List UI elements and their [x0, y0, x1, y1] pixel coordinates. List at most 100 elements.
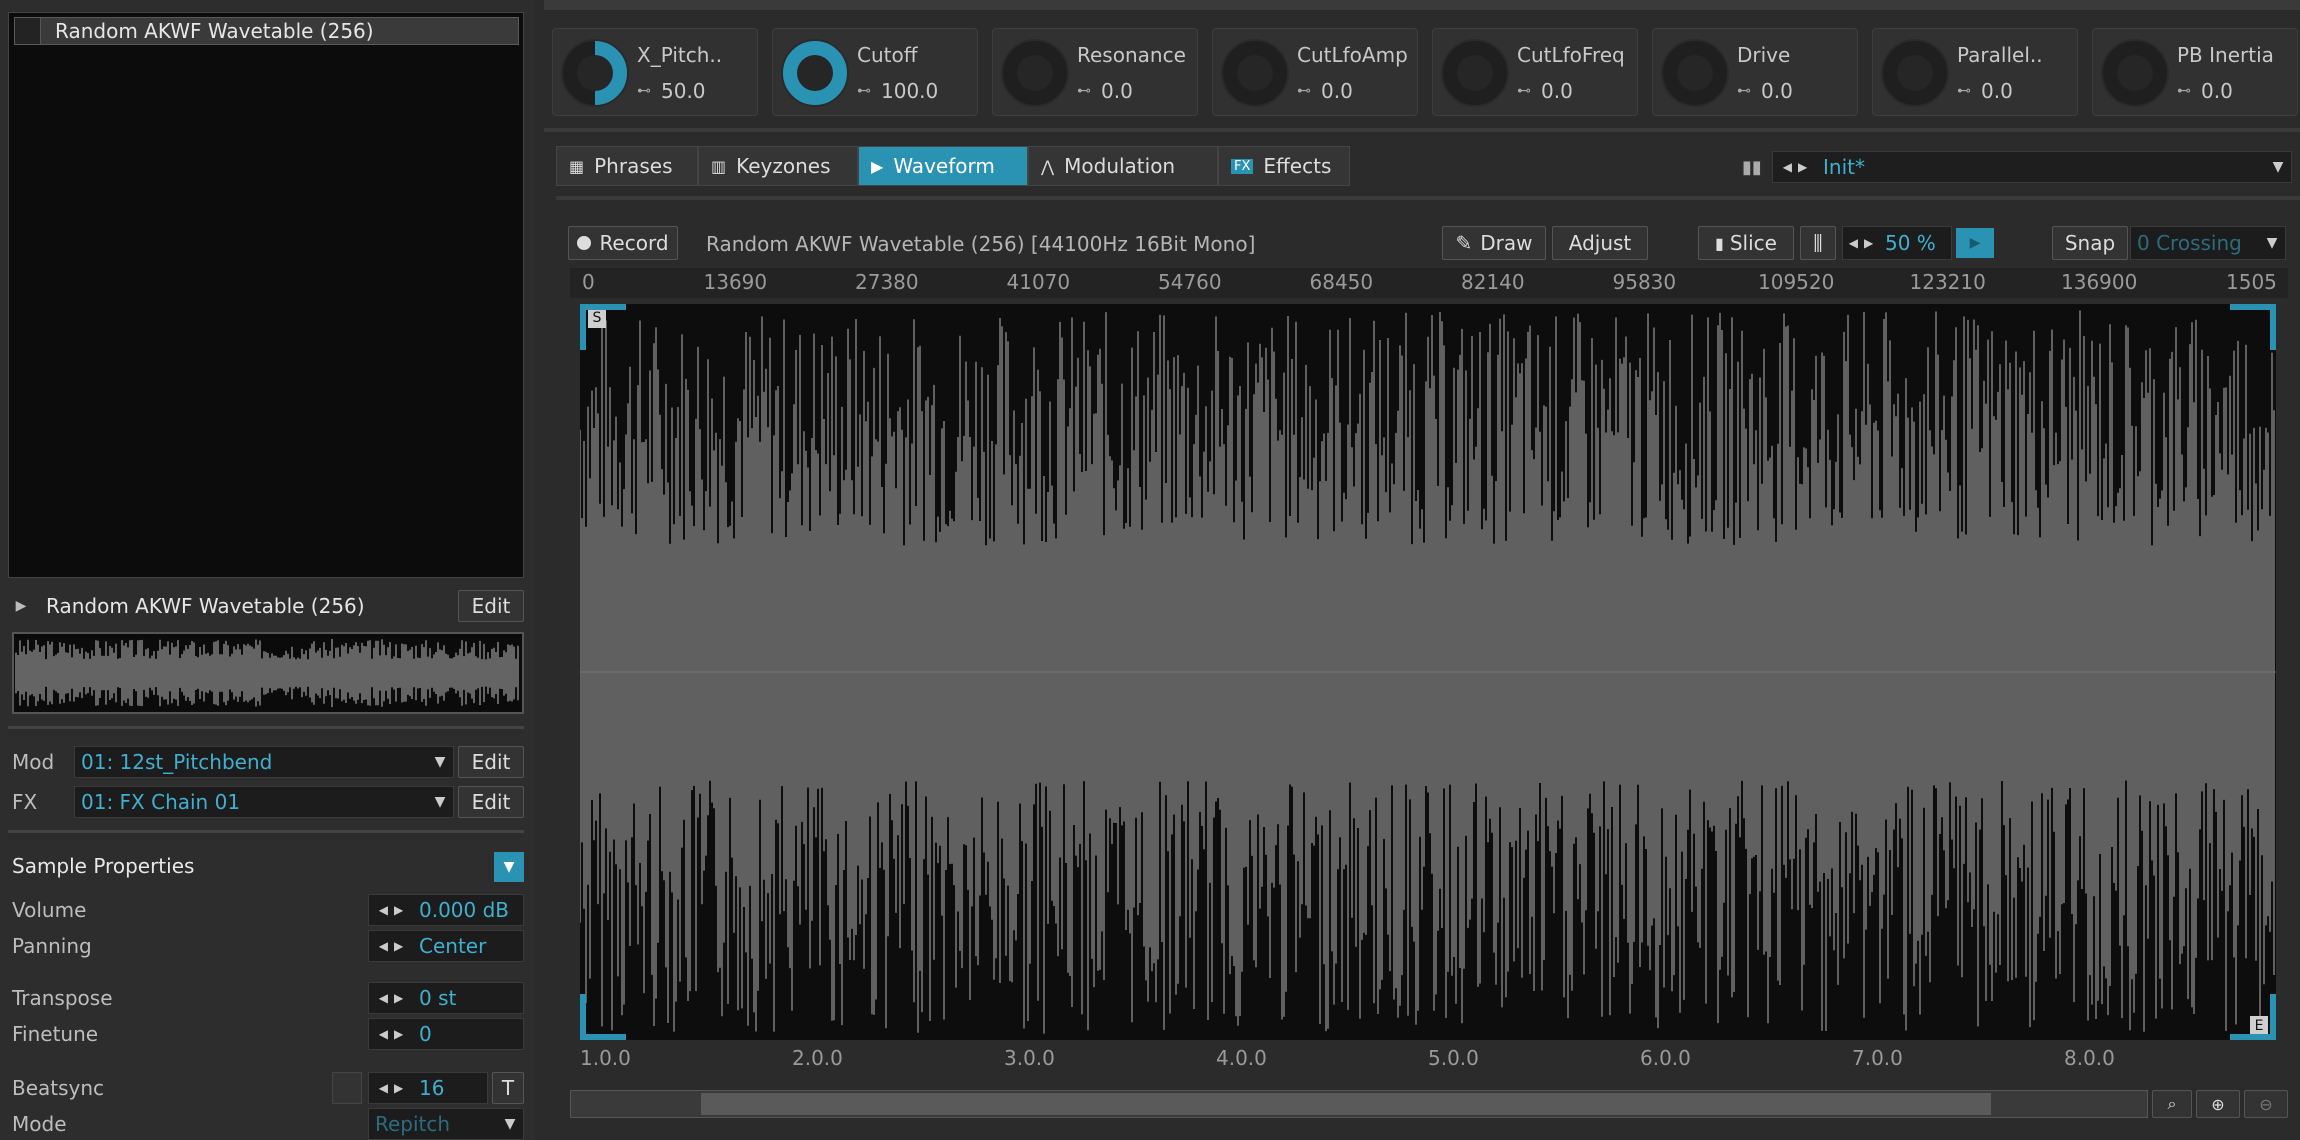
stepper-arrows-icon[interactable]: ◀▶: [369, 939, 419, 953]
stepper-arrows-icon[interactable]: ◀▶: [369, 1081, 419, 1095]
tab-modulation[interactable]: ⋀ Modulation: [1028, 146, 1218, 186]
macro-name: X_Pitch..: [637, 43, 723, 67]
link-icon[interactable]: ⊷: [857, 83, 871, 99]
macro-4[interactable]: CutLfoFreq ⊷ 0.0: [1432, 28, 1638, 116]
macro-value-row: ⊷ 0.0: [1517, 79, 1573, 103]
sample-list[interactable]: Random AKWF Wavetable (256): [8, 12, 524, 578]
collapse-toggle[interactable]: ▼: [494, 852, 524, 882]
top-strip: [544, 0, 2300, 10]
macro-5[interactable]: Drive ⊷ 0.0: [1652, 28, 1858, 116]
sample-ruler[interactable]: 0 13690 27380 41070 54760 68450 82140 95830 1095…: [570, 268, 2288, 298]
macro-knob[interactable]: [561, 39, 629, 107]
beat-tick-label: 3.0.0: [1004, 1046, 1055, 1070]
waveform-thumbnail[interactable]: [12, 632, 524, 714]
macro-6[interactable]: Parallel.. ⊷ 0.0: [1872, 28, 2078, 116]
link-icon[interactable]: ⊷: [1737, 83, 1751, 99]
ruler-tick-label: 27380: [855, 270, 919, 294]
thumbnail-trace: [15, 639, 519, 707]
draw-button[interactable]: ✎ Draw: [1442, 226, 1546, 260]
scrollbar-thumb[interactable]: [701, 1093, 1991, 1115]
waveform-display[interactable]: S E: [579, 304, 2276, 1040]
stepper-arrows-icon[interactable]: ◀▶: [369, 1027, 419, 1041]
tab-keyzones[interactable]: ▥ Keyzones: [698, 146, 858, 186]
sample-checkbox[interactable]: [15, 18, 41, 44]
slice-button[interactable]: ▮ Slice: [1698, 226, 1794, 260]
beatsync-checkbox[interactable]: [332, 1072, 362, 1104]
mode-select[interactable]: Repitch ▼: [368, 1108, 524, 1140]
panning-field[interactable]: ◀▶ Center: [368, 930, 524, 962]
macro-knob[interactable]: [1661, 39, 1729, 107]
volume-field[interactable]: ◀▶ 0.000 dB: [368, 894, 524, 926]
link-icon[interactable]: ⊷: [1517, 83, 1531, 99]
transpose-field[interactable]: ◀▶ 0 st: [368, 982, 524, 1014]
snap-mode-select[interactable]: 0 Crossing ▼: [2130, 226, 2286, 260]
macro-knob[interactable]: [1881, 39, 1949, 107]
grid-icon: ▦: [569, 156, 585, 176]
macro-value: 100.0: [881, 79, 939, 103]
snap-button[interactable]: Snap: [2052, 226, 2128, 260]
stepper-arrows-icon[interactable]: ◀▶: [369, 903, 419, 917]
record-icon: [577, 236, 592, 250]
fx-select[interactable]: 01: FX Chain 01 ▼: [74, 786, 454, 818]
link-icon[interactable]: ⊷: [637, 83, 651, 99]
beatsync-toggle-button[interactable]: T: [492, 1072, 524, 1104]
macro-knob[interactable]: [1221, 39, 1289, 107]
tab-waveform[interactable]: ▶ Waveform: [858, 146, 1028, 186]
ruler-tick-label: 1505: [2226, 270, 2277, 294]
link-icon[interactable]: ⊷: [1297, 83, 1311, 99]
ruler-tick-label: 0: [582, 270, 595, 294]
stepper-arrows-icon[interactable]: ◀▶: [1773, 160, 1823, 174]
waveform-toolbar: Record Random AKWF Wavetable (256) [4410…: [568, 224, 2288, 264]
panning-value: Center: [419, 934, 487, 958]
beat-tick-label: 1.0.0: [580, 1046, 631, 1070]
sliders-icon[interactable]: ⫼: [1800, 226, 1836, 260]
follow-icon[interactable]: ▶: [1956, 228, 1994, 258]
link-icon[interactable]: ⊷: [1957, 83, 1971, 99]
zoom-in-icon[interactable]: ⊕: [2196, 1090, 2240, 1118]
play-icon[interactable]: ▶: [8, 593, 34, 619]
macro-knob[interactable]: [2101, 39, 2169, 107]
keys-icon: ▥: [711, 156, 727, 176]
mod-edit-button[interactable]: Edit: [458, 746, 524, 778]
sample-edit-button[interactable]: Edit: [458, 590, 524, 622]
macro-1[interactable]: Cutoff ⊷ 100.0: [772, 28, 978, 116]
horizontal-scrollbar[interactable]: [570, 1090, 2148, 1118]
macro-2[interactable]: Resonance ⊷ 0.0: [992, 28, 1198, 116]
macro-knob[interactable]: [1001, 39, 1069, 107]
macro-value-row: ⊷ 0.0: [2177, 79, 2233, 103]
macro-knob[interactable]: [781, 39, 849, 107]
macro-7[interactable]: PB Inertia ⊷ 0.0: [2092, 28, 2298, 116]
mod-select[interactable]: 01: 12st_Pitchbend ▼: [74, 746, 454, 778]
ruler-tick-label: 82140: [1461, 270, 1525, 294]
zoom-out-icon[interactable]: ⊖: [2244, 1090, 2288, 1118]
adjust-button[interactable]: Adjust: [1552, 226, 1648, 260]
start-marker[interactable]: S: [588, 308, 606, 328]
panning-label: Panning: [12, 934, 92, 958]
link-icon[interactable]: ⊷: [1077, 83, 1091, 99]
stepper-arrows-icon[interactable]: ◀▶: [1843, 236, 1885, 250]
tab-phrases[interactable]: ▦ Phrases: [556, 146, 698, 186]
chevron-down-icon: ▼: [504, 1116, 516, 1132]
preset-field[interactable]: ◀▶ Init* ▼: [1772, 151, 2292, 183]
tab-effects[interactable]: FX Effects: [1218, 146, 1350, 186]
macro-value: 0.0: [1101, 79, 1133, 103]
macro-knob[interactable]: [1441, 39, 1509, 107]
end-marker[interactable]: E: [2250, 1016, 2268, 1036]
zoom-icon[interactable]: ⌕: [2152, 1090, 2192, 1118]
knob-center: [1237, 55, 1273, 91]
beatsync-label: Beatsync: [12, 1076, 105, 1100]
chevron-down-icon: ▼: [503, 859, 515, 875]
stepper-arrows-icon[interactable]: ◀▶: [369, 991, 419, 1005]
zoom-field[interactable]: ◀▶ 50 %: [1842, 226, 1952, 260]
record-button[interactable]: Record: [568, 226, 678, 260]
finetune-field[interactable]: ◀▶ 0: [368, 1018, 524, 1050]
macro-3[interactable]: CutLfoAmp ⊷ 0.0: [1212, 28, 1418, 116]
beatsync-field[interactable]: ◀▶ 16: [368, 1072, 488, 1104]
tab-label: Waveform: [893, 154, 995, 178]
beat-ruler[interactable]: 1.0.0 2.0.0 3.0.0 4.0.0 5.0.0 6.0.0 7.0.0 8.0.0: [570, 1044, 2288, 1074]
sample-list-item[interactable]: Random AKWF Wavetable (256): [14, 17, 519, 45]
macro-0[interactable]: X_Pitch.. ⊷ 50.0: [552, 28, 758, 116]
beat-tick-label: 2.0.0: [792, 1046, 843, 1070]
link-icon[interactable]: ⊷: [2177, 83, 2191, 99]
fx-edit-button[interactable]: Edit: [458, 786, 524, 818]
